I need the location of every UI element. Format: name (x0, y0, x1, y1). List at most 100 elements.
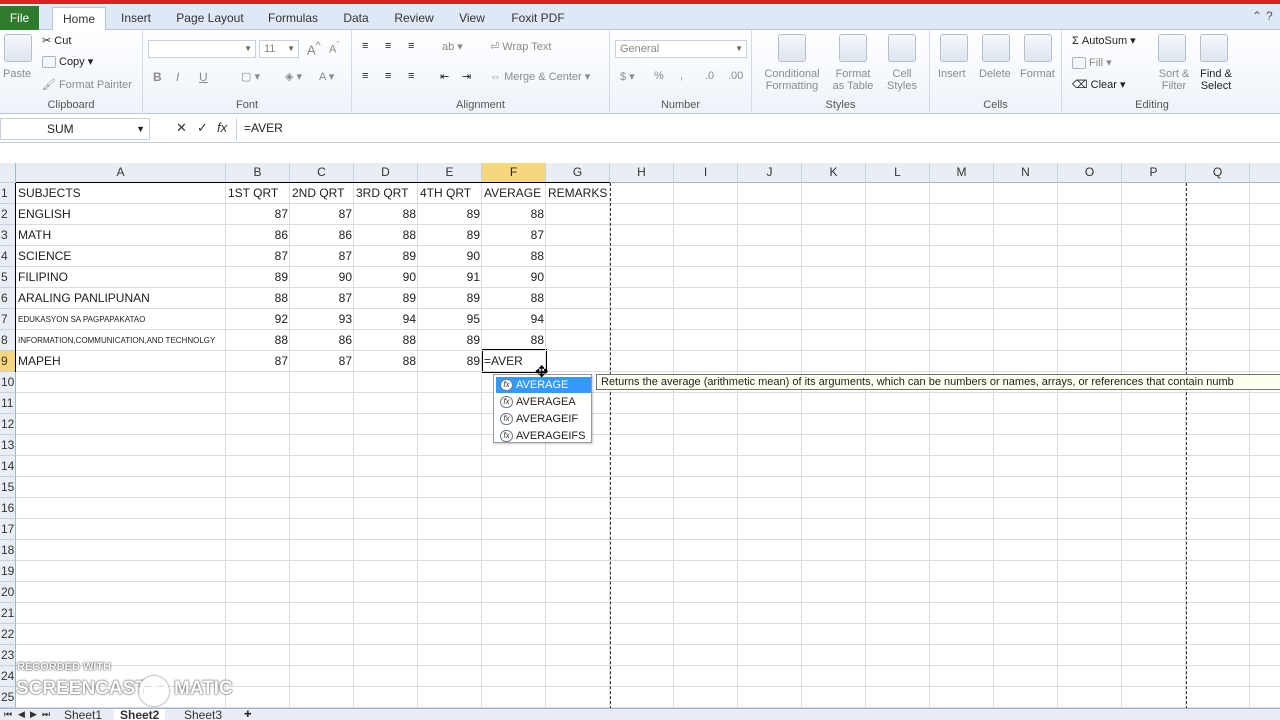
font-size-combo[interactable]: 11 ▼ (259, 40, 299, 58)
delete-cells-icon[interactable] (982, 34, 1010, 62)
cell[interactable]: SUBJECTS (16, 183, 226, 204)
cell[interactable]: 89 (418, 351, 482, 372)
column-header-f[interactable]: F (482, 163, 546, 183)
row-header-7[interactable]: 7 (0, 309, 16, 330)
row-header-1[interactable]: 1 (0, 183, 16, 204)
row-header-21[interactable]: 21 (0, 603, 16, 624)
cell[interactable]: 88 (354, 351, 418, 372)
insert-function-icon[interactable]: fx (217, 120, 227, 135)
cell[interactable]: 89 (354, 246, 418, 267)
conditional-formatting-icon[interactable] (778, 34, 806, 62)
cell[interactable]: 87 (290, 204, 354, 225)
cell[interactable]: 90 (290, 267, 354, 288)
align-center-icon[interactable]: ≡ (385, 70, 391, 82)
column-header-i[interactable]: I (674, 163, 738, 183)
row-header-4[interactable]: 4 (0, 246, 16, 267)
cut-button[interactable]: ✂ Cut (42, 34, 71, 47)
cell[interactable]: 89 (418, 225, 482, 246)
tab-foxit-pdf[interactable]: Foxit PDF (506, 7, 570, 30)
cell[interactable]: 86 (226, 225, 290, 246)
column-header-p[interactable]: P (1122, 163, 1186, 183)
clear-button[interactable]: ⌫ Clear ▾ (1072, 78, 1126, 91)
cell[interactable]: EDUKASYON SA PAGPAPAKATAO (16, 309, 226, 330)
font-name-combo[interactable]: ▼ (148, 40, 256, 58)
borders-icon[interactable]: ▢ ▾ (241, 70, 260, 83)
worksheet-grid[interactable]: ABCDEFGHIJKLMNOPQ 1 2 3 4 5 6 7 8 9 10 11 12 13 14 15 1… (0, 143, 1280, 708)
row-header-10[interactable]: 10 (0, 372, 16, 393)
conditional-formatting-button[interactable]: Conditional Formatting (762, 68, 822, 92)
cell[interactable]: 87 (226, 204, 290, 225)
cell[interactable]: REMARKS (546, 183, 610, 204)
row-header-12[interactable]: 12 (0, 414, 16, 435)
row-header-11[interactable]: 11 (0, 393, 16, 414)
cell[interactable]: 88 (482, 204, 546, 225)
increase-indent-icon[interactable]: ⇥ (462, 70, 471, 83)
cell[interactable]: MAPEH (16, 351, 226, 372)
column-header-c[interactable]: C (290, 163, 354, 183)
cell[interactable]: 89 (354, 288, 418, 309)
underline-button[interactable]: U (199, 70, 208, 84)
cell[interactable]: 87 (290, 288, 354, 309)
sort-filter-icon[interactable] (1158, 34, 1186, 62)
cell[interactable]: AVERAGE (482, 183, 546, 204)
cell[interactable]: 86 (290, 330, 354, 351)
select-all-corner[interactable] (0, 163, 16, 183)
tab-data[interactable]: Data (338, 7, 374, 30)
cell[interactable]: SCIENCE (16, 246, 226, 267)
row-header-13[interactable]: 13 (0, 435, 16, 456)
cell[interactable]: 94 (354, 309, 418, 330)
font-color-icon[interactable]: A ▾ (319, 70, 334, 83)
column-header-l[interactable]: L (866, 163, 930, 183)
help-icon[interactable]: ? (1266, 9, 1273, 23)
insert-cells-icon[interactable] (940, 34, 968, 62)
row-header-22[interactable]: 22 (0, 624, 16, 645)
delete-cells-button[interactable]: Delete (979, 68, 1011, 80)
cell[interactable]: 87 (290, 351, 354, 372)
row-header-20[interactable]: 20 (0, 582, 16, 603)
tab-view[interactable]: View (454, 7, 490, 30)
find-select-button[interactable]: Find & Select (1196, 68, 1236, 92)
row-header-17[interactable]: 17 (0, 519, 16, 540)
cell[interactable]: 89 (418, 288, 482, 309)
binoculars-icon[interactable] (1200, 34, 1228, 62)
cell[interactable]: 91 (418, 267, 482, 288)
autocomplete-item[interactable]: fx AVERAGEA (496, 394, 591, 410)
currency-icon[interactable]: $ ▾ (620, 70, 635, 83)
format-as-table-icon[interactable] (839, 34, 867, 62)
align-right-icon[interactable]: ≡ (408, 70, 414, 82)
tab-insert[interactable]: Insert (115, 7, 157, 30)
cell[interactable]: 90 (354, 267, 418, 288)
column-header-g[interactable]: G (546, 163, 610, 183)
function-autocomplete[interactable]: fx AVERAGE fx AVERAGEA fx AVERAGEIF fx AVERA… (493, 374, 592, 443)
percent-button[interactable]: % (654, 70, 664, 82)
first-sheet-icon[interactable]: ⏮ (4, 709, 12, 720)
sheet-tab[interactable]: Sheet3 (178, 709, 228, 720)
row-header-16[interactable]: 16 (0, 498, 16, 519)
cell[interactable]: ENGLISH (16, 204, 226, 225)
row-header-23[interactable]: 23 (0, 645, 16, 666)
sheet-tab[interactable]: Sheet1 (58, 709, 108, 720)
increase-decimal-icon[interactable]: .0 (705, 70, 714, 82)
row-header-2[interactable]: 2 (0, 204, 16, 225)
minimize-ribbon-icon[interactable]: ⌃ (1252, 9, 1262, 23)
tab-page-layout[interactable]: Page Layout (172, 7, 248, 30)
column-header-e[interactable]: E (418, 163, 482, 183)
insert-sheet-icon[interactable]: ✚ (244, 709, 252, 720)
sheet-tab-active[interactable]: Sheet2 (114, 709, 166, 720)
grow-font-icon[interactable]: A^ (307, 40, 321, 57)
cell[interactable]: 88 (354, 225, 418, 246)
cell[interactable]: 93 (290, 309, 354, 330)
cell[interactable]: 90 (482, 267, 546, 288)
cell[interactable]: 87 (290, 246, 354, 267)
cell[interactable]: 1ST QRT (226, 183, 290, 204)
fill-color-icon[interactable]: ◈ ▾ (285, 70, 302, 83)
cell[interactable]: 88 (354, 330, 418, 351)
column-header-j[interactable]: J (738, 163, 802, 183)
wrap-text-button[interactable]: ⏎ Wrap Text (490, 40, 551, 53)
number-format-combo[interactable]: General ▼ (615, 40, 747, 58)
fill-button[interactable]: Fill ▾ (1072, 56, 1112, 70)
tab-review[interactable]: Review (390, 7, 438, 30)
cell[interactable]: 89 (226, 267, 290, 288)
column-header-d[interactable]: D (354, 163, 418, 183)
cell[interactable]: 94 (482, 309, 546, 330)
